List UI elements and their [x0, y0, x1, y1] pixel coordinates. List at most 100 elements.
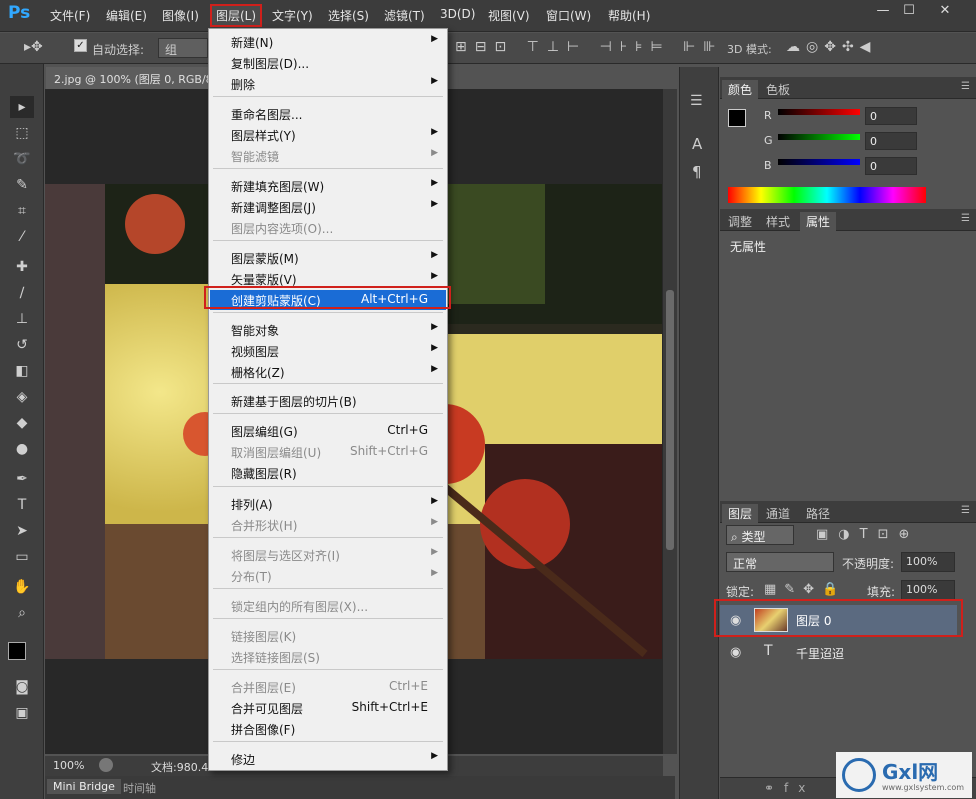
menu-help[interactable]: 帮助(H) — [608, 7, 650, 24]
3d-tool-icons[interactable]: ☁◎✥✣◀ — [786, 39, 876, 55]
auto-select-checkbox[interactable]: ✓ — [74, 39, 87, 52]
layer-name[interactable]: 千里迢迢 — [796, 645, 844, 662]
marquee-tool-icon[interactable]: ⬚ — [10, 122, 34, 144]
tab-styles[interactable]: 样式 — [760, 212, 796, 231]
lock-icons[interactable]: ▦✎✥🔒 — [764, 582, 846, 597]
align-icons[interactable]: ⊞⊟⊡ ⊤⊥⊢ ⊣⊦⊧⊨ ⊩⊪ — [455, 39, 723, 55]
menu-select[interactable]: 选择(S) — [328, 7, 369, 24]
menu-item[interactable]: 图层编组(G) Ctrl+G — [210, 421, 446, 441]
dodge-tool-icon[interactable]: ● — [10, 438, 34, 460]
layer-action-icons[interactable]: ⚭fx — [764, 781, 815, 795]
menu-item[interactable]: 新建(N) ▶ — [210, 32, 446, 52]
menu-item[interactable]: 复制图层(D)... — [210, 53, 446, 73]
menu-item[interactable]: 图层蒙版(M) ▶ — [210, 248, 446, 268]
menu-item[interactable]: 新建基于图层的切片(B) — [210, 391, 446, 411]
color-spectrum-bar[interactable] — [728, 187, 926, 203]
red-value[interactable]: 0 — [865, 107, 917, 125]
visibility-eye-icon[interactable]: ◉ — [730, 645, 741, 660]
move-tool-icon[interactable]: ▸✥ — [24, 39, 43, 55]
type-tool-icon[interactable]: T — [10, 494, 34, 516]
auto-select-dropdown[interactable]: 组 — [158, 38, 208, 58]
stamp-tool-icon[interactable]: ⊥ — [10, 308, 34, 330]
paragraph-icon[interactable]: ¶ — [692, 163, 702, 181]
history-icon[interactable]: ☰ — [690, 93, 703, 109]
menu-image[interactable]: 图像(I) — [162, 7, 199, 24]
layer-filter-icons[interactable]: ▣◑T⊡⊕ — [816, 527, 919, 542]
tab-layers[interactable]: 图层 — [722, 504, 759, 523]
maximize-button[interactable]: ☐ — [896, 2, 922, 20]
green-value[interactable]: 0 — [865, 132, 917, 150]
menu-item[interactable]: 新建填充图层(W) ▶ — [210, 176, 446, 196]
scrollbar-thumb[interactable] — [666, 290, 674, 550]
fg-color-swatch[interactable] — [728, 109, 746, 127]
tab-swatches[interactable]: 色板 — [760, 80, 796, 99]
menu-view[interactable]: 视图(V) — [488, 7, 530, 24]
path-select-icon[interactable]: ➤ — [10, 520, 34, 542]
minimize-button[interactable]: — — [870, 2, 896, 20]
menu-filter[interactable]: 滤镜(T) — [384, 7, 425, 24]
brush-tool-icon[interactable]: ∕ — [10, 282, 34, 304]
menu-item[interactable]: 图层样式(Y) ▶ — [210, 125, 446, 145]
blue-value[interactable]: 0 — [865, 157, 917, 175]
menu-item: 合并形状(H) ▶ — [210, 515, 446, 535]
menu-item[interactable]: 拼合图像(F) — [210, 719, 446, 739]
paint-bucket-icon[interactable]: ◈ — [10, 386, 34, 408]
tab-paths[interactable]: 路径 — [800, 504, 836, 523]
panel-menu-icon[interactable]: ☰ — [961, 213, 970, 224]
menu-item[interactable]: 合并可见图层 Shift+Ctrl+E — [210, 698, 446, 718]
opacity-input[interactable]: 100% — [901, 552, 955, 572]
tab-mini-bridge[interactable]: Mini Bridge — [47, 779, 121, 794]
hand-tool-icon[interactable]: ✋ — [10, 576, 34, 598]
red-slider[interactable] — [778, 109, 860, 115]
menu-edit[interactable]: 编辑(E) — [106, 7, 147, 24]
layer-row[interactable]: ◉ T 千里迢迢 — [720, 636, 957, 666]
move-tool-icon[interactable]: ▸ — [10, 96, 34, 118]
panel-menu-icon[interactable]: ☰ — [961, 505, 970, 516]
menu-item[interactable]: 智能对象 ▶ — [210, 320, 446, 340]
foreground-color-swatch[interactable] — [8, 642, 26, 660]
menu-item[interactable]: 排列(A) ▶ — [210, 494, 446, 514]
document-tab[interactable]: 2.jpg @ 100% (图层 0, RGB/8) — [46, 67, 216, 89]
menu-item[interactable]: 重命名图层... — [210, 104, 446, 124]
tab-timeline[interactable]: 时间轴 — [117, 779, 162, 797]
menu-layer[interactable]: 图层(L) — [210, 4, 263, 27]
panel-menu-icon[interactable]: ☰ — [961, 81, 970, 92]
character-icon[interactable]: A — [692, 135, 702, 153]
pen-tool-icon[interactable]: ✒ — [10, 468, 34, 490]
zoom-level[interactable]: 100% — [53, 759, 84, 772]
screen-mode-icon[interactable]: ▣ — [10, 702, 34, 724]
menu-item[interactable]: 栅格化(Z) ▶ — [210, 362, 446, 382]
fill-input[interactable]: 100% — [901, 580, 955, 600]
menu-3d[interactable]: 3D(D) — [440, 7, 475, 21]
menu-item[interactable]: 修边 ▶ — [210, 749, 446, 769]
rectangle-tool-icon[interactable]: ▭ — [10, 546, 34, 568]
menu-item[interactable]: 删除 ▶ — [210, 74, 446, 94]
eraser-tool-icon[interactable]: ◧ — [10, 360, 34, 382]
healing-brush-icon[interactable]: ✚ — [10, 256, 34, 278]
lasso-tool-icon[interactable]: ➰ — [10, 148, 34, 170]
blend-mode-dropdown[interactable]: 正常 — [726, 552, 834, 572]
close-button[interactable]: ✕ — [932, 2, 958, 20]
quick-select-tool-icon[interactable]: ✎ — [10, 174, 34, 196]
menu-item[interactable]: 新建调整图层(J) ▶ — [210, 197, 446, 217]
blur-tool-icon[interactable]: ◆ — [10, 412, 34, 434]
menu-type[interactable]: 文字(Y) — [272, 7, 313, 24]
crop-tool-icon[interactable]: ⌗ — [10, 200, 34, 222]
history-brush-icon[interactable]: ↺ — [10, 334, 34, 356]
status-icon[interactable] — [99, 758, 113, 772]
tab-color[interactable]: 颜色 — [722, 80, 759, 99]
doc-info[interactable]: 文档:980.4 — [151, 759, 208, 775]
tab-properties[interactable]: 属性 — [800, 212, 837, 231]
menu-window[interactable]: 窗口(W) — [546, 7, 591, 24]
tab-channels[interactable]: 通道 — [760, 504, 796, 523]
zoom-tool-icon[interactable]: ⌕ — [10, 602, 34, 624]
layer-filter-dropdown[interactable]: ⌕ 类型 — [726, 525, 794, 545]
blue-slider[interactable] — [778, 159, 860, 165]
tab-adjustments[interactable]: 调整 — [722, 212, 758, 231]
menu-file[interactable]: 文件(F) — [50, 7, 90, 24]
menu-item[interactable]: 隐藏图层(R) — [210, 463, 446, 483]
green-slider[interactable] — [778, 134, 860, 140]
menu-item[interactable]: 视频图层 ▶ — [210, 341, 446, 361]
quick-mask-icon[interactable]: ◙ — [10, 676, 34, 698]
eyedropper-tool-icon[interactable]: ⁄ — [10, 226, 34, 248]
